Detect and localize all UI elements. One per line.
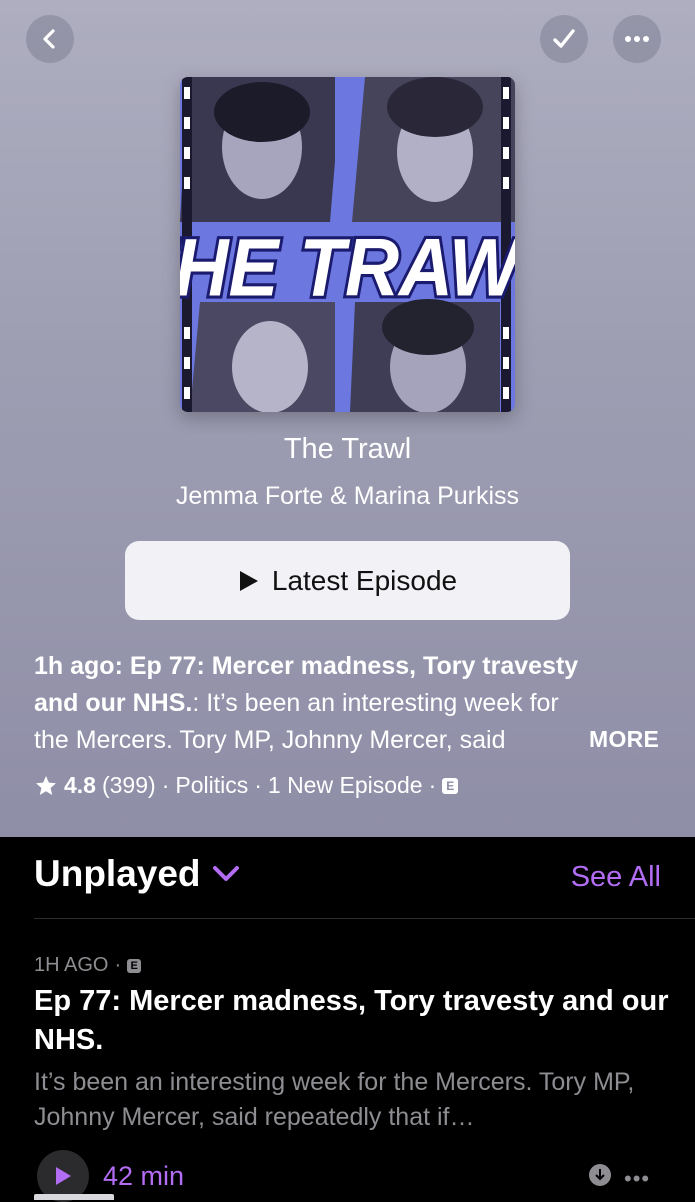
episode-time: 1H AGO xyxy=(34,954,109,976)
unplayed-filter[interactable]: Unplayed xyxy=(34,853,241,895)
episode-meta-separator: · xyxy=(114,954,122,976)
episode-title[interactable]: Ep 77: Mercer madness, Tory travesty and… xyxy=(34,982,674,1060)
rating-value: 4.8 xyxy=(64,772,96,798)
star-icon xyxy=(36,775,56,795)
show-title: The Trawl xyxy=(283,433,412,465)
meta-separator: · xyxy=(161,772,170,798)
category-label[interactable]: Politics xyxy=(175,772,248,799)
play-icon xyxy=(56,1167,71,1185)
latest-episode-label: Latest Episode xyxy=(271,564,458,596)
meta-separator: · xyxy=(428,772,437,798)
see-all-link[interactable]: See All xyxy=(571,861,661,894)
back-button[interactable] xyxy=(26,15,74,63)
chevron-left-icon xyxy=(43,29,55,49)
chevron-down-icon xyxy=(212,866,239,881)
episode-duration: 42 min xyxy=(103,1160,185,1191)
episode-more-icon[interactable]: ••• xyxy=(624,1166,650,1192)
description-line2-bold: and our NHS. xyxy=(34,689,193,717)
show-meta: 4.8 (399) · Politics · 1 New Episode · E xyxy=(34,772,459,799)
next-episode-artwork xyxy=(34,1194,114,1200)
checkmark-icon xyxy=(553,29,575,48)
followed-button[interactable] xyxy=(540,15,588,63)
description-line3: the Mercers. Tory MP, Johnny Mercer, sai… xyxy=(34,726,506,754)
explicit-icon: E xyxy=(442,777,459,794)
ellipsis-icon xyxy=(625,36,649,42)
play-icon xyxy=(239,570,258,591)
more-link[interactable]: MORE xyxy=(589,726,659,753)
download-icon[interactable] xyxy=(589,1164,611,1186)
show-description[interactable]: 1h ago: Ep 77: Mercer madness, Tory trav… xyxy=(34,648,664,759)
latest-episode-button[interactable]: Latest Episode xyxy=(125,541,570,620)
explicit-icon: E xyxy=(127,958,142,973)
meta-separator: · xyxy=(254,772,262,798)
podcast-artwork: THE TRAWL xyxy=(180,77,515,412)
rating-count: (399) xyxy=(101,772,156,798)
more-options-button[interactable] xyxy=(613,15,661,63)
description-line1: 1h ago: Ep 77: Mercer madness, Tory trav… xyxy=(34,652,579,680)
episode-description[interactable]: It’s been an interesting week for the Me… xyxy=(34,1065,674,1135)
description-line2-rest: : It’s been an interesting week for xyxy=(192,689,559,717)
show-author[interactable]: Jemma Forte & Marina Purkiss xyxy=(0,482,695,511)
unplayed-title: Unplayed xyxy=(34,853,201,894)
artwork-logo-text: THE TRAWL xyxy=(180,221,515,313)
show-header: THE TRAWL The Trawl Jemma Forte & Marina… xyxy=(0,0,695,837)
episode-meta: 1H AGO · E xyxy=(34,954,142,977)
new-episodes-label: 1 New Episode xyxy=(267,772,423,798)
divider xyxy=(34,918,695,919)
